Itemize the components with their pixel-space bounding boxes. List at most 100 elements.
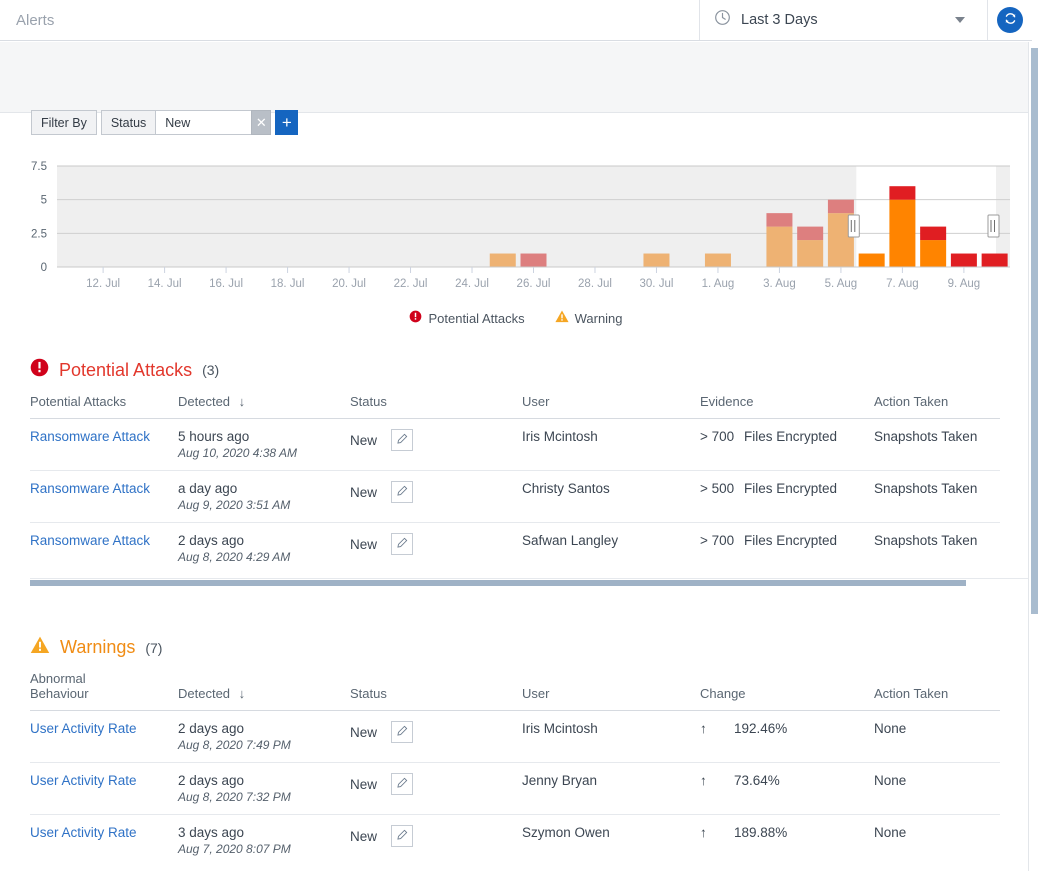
edit-status-button[interactable]: [391, 773, 413, 795]
column-header-status[interactable]: Status: [350, 382, 522, 419]
section-header-warnings: Warnings (7): [0, 636, 1032, 659]
alert-name-link[interactable]: Ransomware Attack: [30, 533, 150, 548]
pencil-icon: [396, 485, 408, 500]
arrow-down-icon: ↓: [239, 686, 246, 701]
table-row[interactable]: Ransomware Attack a day agoAug 9, 2020 3:…: [30, 471, 1000, 523]
column-header-evidence[interactable]: Evidence: [700, 382, 874, 419]
cell-metric: ↑189.88%: [700, 815, 874, 867]
detected-relative: 3 days ago: [178, 825, 350, 840]
table-header-row: Potential Attacks Detected ↓ Status User…: [30, 382, 1000, 419]
cell-action-taken: Snapshots Taken: [874, 419, 1000, 471]
column-header-name-label: Abnormal Behaviour: [30, 671, 100, 701]
alert-name-link[interactable]: User Activity Rate: [30, 825, 137, 840]
cell-status: New: [350, 815, 522, 867]
alert-circle-icon: [409, 310, 422, 326]
table-row[interactable]: Ransomware Attack 2 days agoAug 8, 2020 4…: [30, 523, 1000, 575]
cell-action-taken: Snapshots Taken: [874, 523, 1000, 575]
column-header-change[interactable]: Change: [700, 659, 874, 711]
date-range-selector[interactable]: Last 3 Days: [700, 0, 988, 40]
legend-item-potential-attacks[interactable]: Potential Attacks: [409, 310, 524, 326]
detected-absolute: Aug 8, 2020 7:49 PM: [178, 738, 350, 752]
edit-status-button[interactable]: [391, 825, 413, 847]
alerts-timeline-chart[interactable]: 02.557.512. Jul14. Jul16. Jul18. Jul20. …: [0, 114, 1032, 344]
pencil-icon: [396, 829, 408, 844]
edit-status-button[interactable]: [391, 721, 413, 743]
cell-detected: 3 days agoAug 7, 2020 8:07 PM: [178, 815, 350, 867]
alert-name-link[interactable]: Ransomware Attack: [30, 429, 150, 444]
metric-value: > 500: [700, 481, 744, 496]
column-header-detected[interactable]: Detected ↓: [178, 659, 350, 711]
svg-text:20. Jul: 20. Jul: [332, 278, 366, 290]
metric-value: ↑: [700, 825, 734, 840]
column-header-name[interactable]: Abnormal Behaviour: [30, 659, 178, 711]
alert-name-link[interactable]: User Activity Rate: [30, 773, 137, 788]
metric-value: ↑: [700, 773, 734, 788]
column-header-detected[interactable]: Detected ↓: [178, 382, 350, 419]
cell-detected: 5 hours agoAug 10, 2020 4:38 AM: [178, 419, 350, 471]
chart-range-handle[interactable]: [988, 215, 999, 237]
cell-alert-name: Ransomware Attack: [30, 471, 178, 523]
table-header-row: Abnormal Behaviour Detected ↓ Status Use…: [30, 659, 1000, 711]
cell-alert-name: Ransomware Attack: [30, 523, 178, 575]
detected-relative: 2 days ago: [178, 773, 350, 788]
cell-detected: 2 days agoAug 8, 2020 4:29 AM: [178, 523, 350, 575]
chart-range-handle[interactable]: [848, 215, 859, 237]
status-badge: New: [350, 433, 377, 448]
svg-text:7. Aug: 7. Aug: [886, 278, 919, 290]
svg-text:30. Jul: 30. Jul: [640, 278, 674, 290]
svg-text:26. Jul: 26. Jul: [517, 278, 551, 290]
chart-legend: Potential Attacks Warning: [0, 310, 1032, 326]
alert-triangle-icon: [555, 310, 569, 326]
detected-relative: a day ago: [178, 481, 350, 496]
cell-alert-name: Ransomware Attack: [30, 419, 178, 471]
legend-label-warning: Warning: [575, 311, 623, 326]
cell-action-taken: Snapshots Taken: [874, 471, 1000, 523]
chart-canvas[interactable]: 02.557.512. Jul14. Jul16. Jul18. Jul20. …: [0, 114, 1032, 304]
cell-action-taken: None: [874, 815, 1000, 867]
column-header-action-taken[interactable]: Action Taken: [874, 659, 1000, 711]
section-title-warnings: Warnings: [60, 637, 135, 658]
column-header-name[interactable]: Potential Attacks: [30, 382, 178, 419]
refresh-button[interactable]: [997, 7, 1023, 33]
cell-detected: 2 days agoAug 8, 2020 7:32 PM: [178, 763, 350, 815]
cell-user: Safwan Langley: [522, 523, 700, 575]
column-header-status[interactable]: Status: [350, 659, 522, 711]
column-header-user[interactable]: User: [522, 382, 700, 419]
table-row[interactable]: Ransomware Attack 5 hours agoAug 10, 2020…: [30, 419, 1000, 471]
metric-label: 73.64%: [734, 773, 780, 788]
table-row[interactable]: User Activity Rate2 days agoAug 8, 2020 …: [30, 711, 1000, 763]
column-header-detected-label: Detected: [178, 686, 230, 701]
page-title: Alerts: [0, 0, 700, 40]
svg-text:18. Jul: 18. Jul: [271, 278, 305, 290]
legend-item-warning[interactable]: Warning: [555, 310, 623, 326]
cell-user: Iris Mcintosh: [522, 419, 700, 471]
cell-detected: a day agoAug 9, 2020 3:51 AM: [178, 471, 350, 523]
alert-name-link[interactable]: Ransomware Attack: [30, 481, 150, 496]
cell-user: Iris Mcintosh: [522, 711, 700, 763]
column-header-user[interactable]: User: [522, 659, 700, 711]
cell-metric: ↑192.46%: [700, 711, 874, 763]
edit-status-button[interactable]: [391, 481, 413, 503]
table-warnings: Abnormal Behaviour Detected ↓ Status Use…: [30, 659, 1000, 866]
metric-label: 192.46%: [734, 721, 787, 736]
vertical-scrollbar-thumb[interactable]: [1031, 48, 1038, 614]
column-header-action-taken[interactable]: Action Taken: [874, 382, 1000, 419]
edit-status-button[interactable]: [391, 429, 413, 451]
cell-alert-name: User Activity Rate: [30, 815, 178, 867]
section-count-warnings: (7): [145, 640, 162, 656]
cell-status: New: [350, 471, 522, 523]
edit-status-button[interactable]: [391, 533, 413, 555]
table-row[interactable]: User Activity Rate 3 days agoAug 7, 2020 …: [30, 815, 1000, 867]
alert-name-link[interactable]: User Activity Rate: [30, 721, 137, 736]
metric-value: > 700: [700, 429, 744, 444]
svg-text:0: 0: [41, 262, 47, 274]
metric-label: Files Encrypted: [744, 429, 837, 444]
svg-text:3. Aug: 3. Aug: [763, 278, 796, 290]
cell-user: Szymon Owen: [522, 815, 700, 867]
metric-value: ↑: [700, 721, 734, 736]
cell-status: New: [350, 711, 522, 763]
section-count-potential-attacks: (3): [202, 362, 219, 378]
svg-text:28. Jul: 28. Jul: [578, 278, 612, 290]
table-row[interactable]: User Activity Rate 2 days agoAug 8, 2020 …: [30, 763, 1000, 815]
horizontal-scrollbar-thumb[interactable]: [30, 580, 966, 586]
